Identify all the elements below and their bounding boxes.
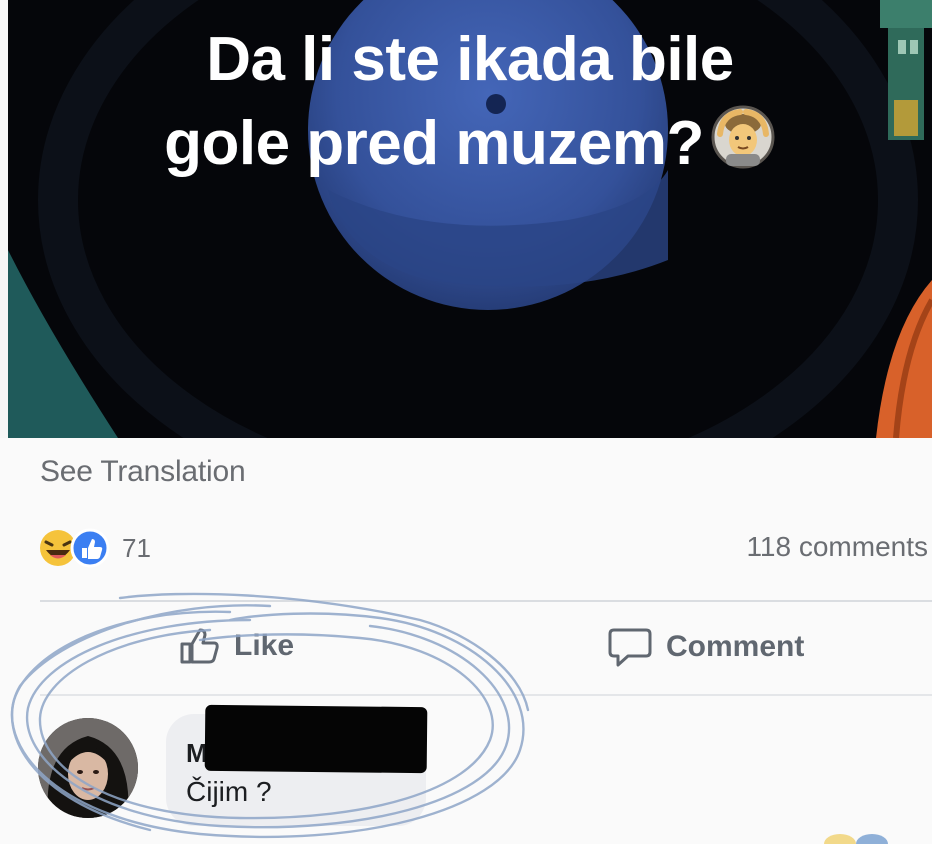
actions-divider-bottom — [40, 694, 932, 696]
reaction-icons — [38, 528, 122, 568]
person-gesturing-ok-emoji-icon — [711, 105, 775, 169]
headline-line-2-text: gole pred muzem? — [164, 109, 704, 178]
like-button[interactable]: Like — [178, 626, 294, 666]
see-translation-link[interactable]: See Translation — [40, 455, 246, 489]
post-image[interactable]: Da li ste ikada bile gole pred muzem? — [8, 0, 932, 438]
headline-line-1: Da li ste ikada bile — [206, 25, 734, 94]
reactions-summary[interactable]: 71 — [38, 528, 151, 568]
commenter-avatar[interactable] — [38, 718, 138, 818]
commenter-avatar-image — [38, 718, 138, 818]
thumbs-up-icon — [180, 628, 219, 664]
comments-count-link[interactable]: 118 comments — [746, 531, 928, 563]
partial-reaction-icons — [824, 834, 888, 844]
facebook-post-screenshot: Da li ste ikada bile gole pred muzem? Se… — [0, 0, 932, 844]
actions-divider-top — [40, 600, 932, 602]
post-headline: Da li ste ikada bile gole pred muzem? — [8, 18, 932, 186]
comment-text: Čijim ? — [186, 776, 272, 807]
headline-line-2: gole pred muzem? — [8, 102, 932, 186]
comment-button[interactable]: Comment — [608, 626, 804, 668]
reaction-icons-graphic — [40, 528, 110, 568]
reaction-count: 71 — [122, 532, 151, 563]
speech-bubble-icon — [608, 628, 652, 667]
like-reaction-icon — [70, 528, 110, 568]
comment-button-label: Comment — [666, 630, 805, 663]
redaction-bar — [204, 704, 428, 774]
like-button-label: Like — [234, 629, 295, 662]
